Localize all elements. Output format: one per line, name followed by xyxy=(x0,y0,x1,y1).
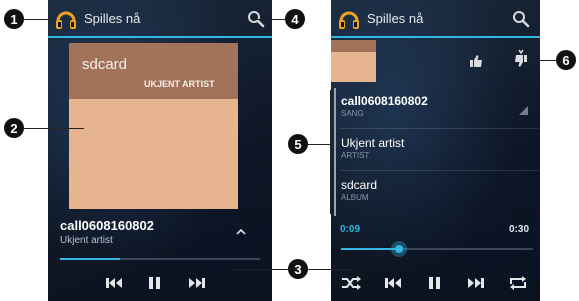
callout-5-bracket xyxy=(330,90,331,214)
callout-5: 5 xyxy=(288,134,308,154)
page-title: Spilles nå xyxy=(367,11,424,26)
repeat-icon[interactable] xyxy=(507,273,529,293)
chevron-up-icon[interactable] xyxy=(234,224,248,235)
pause-icon[interactable] xyxy=(143,273,165,293)
callout-4-leader xyxy=(255,19,285,20)
callout-6-leader xyxy=(529,60,556,61)
callout-3-leader-right xyxy=(308,269,353,270)
now-playing-screen-right: Spilles nå call0608160802 SANG Ukjent ar… xyxy=(331,0,540,301)
list-item[interactable]: call0608160802 SANG xyxy=(339,88,539,128)
action-bar: Spilles nå xyxy=(331,0,540,38)
track-artist: Ukjent artist xyxy=(60,235,113,246)
callout-4: 4 xyxy=(285,9,305,29)
progress-fill xyxy=(60,258,120,260)
now-playing-screen-left: Spilles nå sdcard UKJENT ARTIST call0608… xyxy=(48,0,272,301)
divider xyxy=(339,128,539,129)
song-title: call0608160802 xyxy=(341,94,428,108)
next-icon[interactable] xyxy=(465,273,487,293)
search-icon[interactable] xyxy=(511,9,531,29)
album-art-title: sdcard xyxy=(82,56,128,73)
action-bar: Spilles nå xyxy=(48,0,272,38)
list-item[interactable]: Ukjent artist ARTIST xyxy=(339,130,539,170)
callout-3-leader-left xyxy=(232,269,288,270)
callout-6: 6 xyxy=(556,50,576,70)
song-label: SANG xyxy=(341,109,364,118)
album-art[interactable] xyxy=(69,99,238,209)
callout-2: 2 xyxy=(4,118,24,138)
callout-1-leader xyxy=(24,19,52,20)
action-bar-divider xyxy=(48,36,272,38)
album-thumbnail[interactable] xyxy=(331,40,376,82)
callout-2-leader xyxy=(24,128,84,129)
headphones-icon[interactable] xyxy=(337,8,361,30)
info-panel-edge xyxy=(334,88,336,216)
artist-label: ARTIST xyxy=(341,151,370,160)
previous-icon[interactable] xyxy=(103,273,125,293)
progress-track[interactable] xyxy=(60,258,260,260)
thumbs-up-icon[interactable] xyxy=(468,53,484,69)
previous-icon[interactable] xyxy=(382,273,404,293)
album-name: sdcard xyxy=(341,178,378,192)
callout-1: 1 xyxy=(4,9,24,29)
seek-thumb[interactable] xyxy=(390,241,407,257)
time-total: 0:30 xyxy=(509,224,530,235)
shuffle-icon[interactable] xyxy=(340,273,362,293)
expand-corner-icon[interactable] xyxy=(519,102,528,115)
divider xyxy=(339,170,539,171)
track-title: call0608160802 xyxy=(60,218,154,233)
thumbs-down-icon[interactable] xyxy=(511,49,529,69)
list-item[interactable]: sdcard ALBUM xyxy=(339,172,539,212)
action-bar-divider xyxy=(331,36,540,38)
page-title: Spilles nå xyxy=(84,11,141,26)
time-elapsed: 0:09 xyxy=(340,224,361,235)
callout-5-leader xyxy=(308,144,330,145)
next-icon[interactable] xyxy=(186,273,208,293)
artist-name: Ukjent artist xyxy=(341,136,405,150)
seek-bar-fill xyxy=(341,248,399,250)
headphones-icon[interactable] xyxy=(54,8,78,30)
album-label: ALBUM xyxy=(341,193,369,202)
callout-3: 3 xyxy=(288,259,308,279)
pause-icon[interactable] xyxy=(423,273,445,293)
album-art-subtitle: UKJENT ARTIST xyxy=(144,79,215,89)
seek-bar[interactable] xyxy=(341,241,533,257)
